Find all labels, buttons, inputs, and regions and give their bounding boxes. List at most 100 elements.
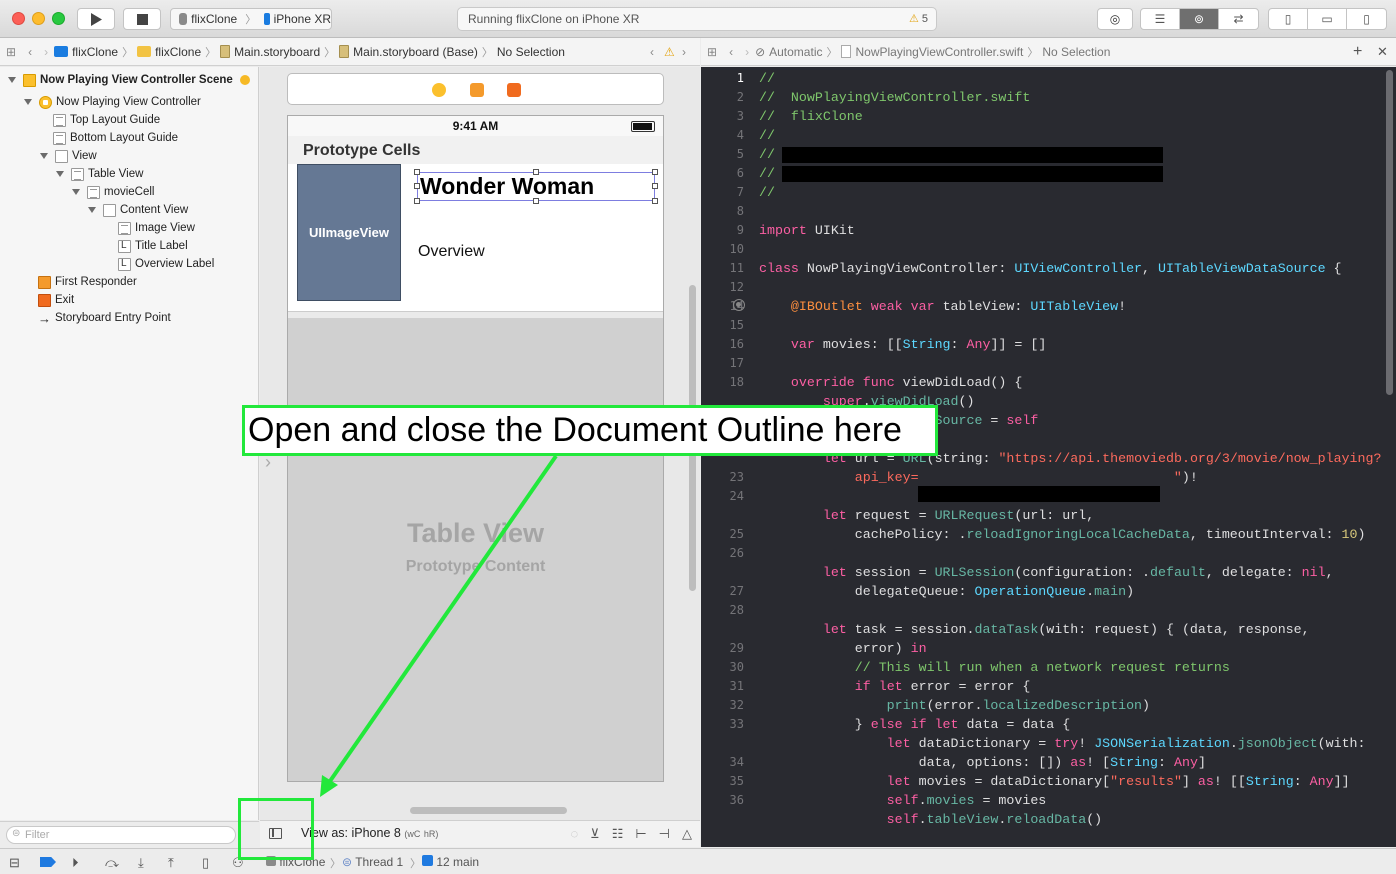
horizontal-scrollbar[interactable] <box>410 807 567 814</box>
line-number: 31 <box>729 679 744 693</box>
view-controller-icon[interactable] <box>432 83 446 97</box>
outline-item-title-label[interactable]: Title Label <box>118 237 188 255</box>
align-icon[interactable]: ⊢ <box>635 826 646 842</box>
resize-handle[interactable] <box>652 169 658 175</box>
forward-arrow-icon[interactable]: › <box>745 45 749 59</box>
automatic-icon: ⊘ <box>755 44 766 59</box>
scheme-selector[interactable]: flixClone 〉 iPhone XR <box>170 8 332 30</box>
status-text: Running flixClone on iPhone XR <box>468 12 640 26</box>
outline-item-table-view[interactable]: Table View <box>56 165 143 183</box>
line-number: 18 <box>729 375 744 389</box>
warning-indicator[interactable]: ⚠ 5 <box>909 12 928 25</box>
stack-view-icon[interactable]: ☷ <box>612 826 624 842</box>
update-frames-icon[interactable]: ◌ <box>570 826 578 842</box>
overview-label[interactable]: Overview <box>418 243 485 261</box>
title-label[interactable]: Wonder Woman <box>417 172 655 201</box>
step-out-icon[interactable]: ⤒ <box>168 855 174 871</box>
outline-item-image-view[interactable]: Image View <box>118 219 195 237</box>
breadcrumb-project[interactable]: flixClone <box>54 45 118 59</box>
outline-item-first-responder[interactable]: First Responder <box>38 273 137 291</box>
warning-icon: ⚠ <box>908 13 919 25</box>
close-editor-icon[interactable]: ✕ <box>1377 44 1388 60</box>
related-items-icon[interactable]: ⊞ <box>707 45 717 59</box>
outlet-connection-icon[interactable] <box>733 299 745 311</box>
minimize-window-button[interactable] <box>32 12 45 25</box>
breadcrumb-file[interactable]: NowPlayingViewController.swift <box>841 45 1023 59</box>
debug-area-toggle-icon[interactable]: ▭ <box>1308 9 1347 29</box>
outline-item-view[interactable]: View <box>40 147 97 165</box>
view-icon <box>103 203 116 217</box>
embed-in-icon[interactable]: ⊻ <box>590 826 600 842</box>
editor-scrollbar[interactable] <box>1386 70 1393 395</box>
assistant-editor-icon[interactable]: ⊚ <box>1180 9 1219 29</box>
debug-frame[interactable]: 12 main <box>422 855 479 869</box>
outline-item-scene[interactable]: Now Playing View Controller Scene <box>8 71 233 89</box>
resize-handle[interactable] <box>533 169 539 175</box>
navigator-toggle-icon[interactable]: ▯ <box>1269 9 1308 29</box>
editor-mode-control[interactable]: ☰ ⊚ ⇄ <box>1140 8 1259 30</box>
related-items-icon[interactable]: ⊞ <box>6 45 16 59</box>
breadcrumb-group[interactable]: flixClone <box>137 45 201 59</box>
disclosure-triangle-icon[interactable] <box>24 99 32 105</box>
outline-item-top-layout-guide[interactable]: Top Layout Guide <box>53 111 160 129</box>
previous-issue-icon[interactable]: ‹ <box>650 45 654 59</box>
view-as-device-button[interactable]: View as: iPhone 8 (wC hR) <box>301 826 438 840</box>
debug-thread[interactable]: ⊜ Thread 1 <box>342 855 403 869</box>
movie-cell[interactable]: UIImageView Wonder Woman Overview <box>288 164 663 312</box>
next-issue-icon[interactable]: › <box>682 45 686 59</box>
outline-item-content-view[interactable]: Content View <box>88 201 188 219</box>
resolve-issues-icon[interactable]: △ <box>682 826 692 842</box>
outline-filter-input[interactable]: Filter <box>6 826 236 844</box>
library-button[interactable]: ◎ <box>1097 8 1133 30</box>
back-arrow-icon[interactable]: ‹ <box>729 45 733 59</box>
breadcrumb-symbol[interactable]: No Selection <box>1042 45 1110 59</box>
resize-handle[interactable] <box>652 183 658 189</box>
outline-item-overview-label[interactable]: Overview Label <box>118 255 214 273</box>
panel-visibility-control[interactable]: ▯ ▭ ▯ <box>1268 8 1387 30</box>
outline-item-movie-cell[interactable]: movieCell <box>72 183 155 201</box>
resize-handle[interactable] <box>652 198 658 204</box>
version-editor-icon[interactable]: ⇄ <box>1219 9 1258 29</box>
inspector-toggle-icon[interactable]: ▯ <box>1347 9 1386 29</box>
resize-handle[interactable] <box>414 169 420 175</box>
continue-icon[interactable]: ⏵ <box>72 855 79 871</box>
back-arrow-icon[interactable]: ‹ <box>28 45 32 59</box>
run-button[interactable] <box>77 8 115 30</box>
forward-arrow-icon[interactable]: › <box>44 45 48 59</box>
exit-icon[interactable] <box>507 83 521 97</box>
outline-item-view-controller[interactable]: Now Playing View Controller <box>24 93 201 111</box>
zoom-window-button[interactable] <box>52 12 65 25</box>
add-editor-icon[interactable]: + <box>1353 43 1362 61</box>
warning-icon[interactable]: ⚠ <box>664 45 675 59</box>
breakpoints-toggle-icon[interactable] <box>40 857 56 867</box>
resize-handle[interactable] <box>414 198 420 204</box>
code-editor[interactable]: 1234567891011121415161718212223242526272… <box>701 67 1396 847</box>
disclosure-triangle-icon[interactable] <box>40 153 48 159</box>
view-hierarchy-icon[interactable]: ▯ <box>202 855 209 871</box>
step-into-icon[interactable]: ⤓ <box>138 855 144 871</box>
chevron-right-icon: 〉 <box>245 14 257 26</box>
disclosure-triangle-icon[interactable] <box>72 189 80 195</box>
resize-handle[interactable] <box>414 183 420 189</box>
disclosure-triangle-icon[interactable] <box>88 207 96 213</box>
breadcrumb-storyboard-base[interactable]: Main.storyboard (Base) <box>339 45 478 59</box>
standard-editor-icon[interactable]: ☰ <box>1141 9 1180 29</box>
step-over-icon[interactable]: ⤼ <box>105 855 119 871</box>
first-responder-icon[interactable] <box>470 83 484 97</box>
outline-item-bottom-layout-guide[interactable]: Bottom Layout Guide <box>53 129 178 147</box>
stop-button[interactable] <box>123 8 161 30</box>
breadcrumb-automatic[interactable]: ⊘ Automatic <box>755 45 822 59</box>
add-constraints-icon[interactable]: ⊣ <box>659 826 670 842</box>
poster-image-view[interactable]: UIImageView <box>297 164 401 301</box>
project-icon <box>54 46 69 57</box>
outline-item-exit[interactable]: Exit <box>38 291 74 309</box>
disclosure-triangle-icon[interactable] <box>56 171 64 177</box>
disclosure-triangle-icon[interactable] <box>8 77 16 83</box>
breadcrumb-storyboard[interactable]: Main.storyboard <box>220 45 320 59</box>
resize-handle[interactable] <box>533 198 539 204</box>
outline-item-entry-point[interactable]: → Storyboard Entry Point <box>38 309 171 327</box>
hide-debug-area-icon[interactable]: ⊟ <box>9 855 20 871</box>
close-window-button[interactable] <box>12 12 25 25</box>
breadcrumb-selection[interactable]: No Selection <box>497 45 565 59</box>
redacted-api-key <box>918 486 1160 502</box>
